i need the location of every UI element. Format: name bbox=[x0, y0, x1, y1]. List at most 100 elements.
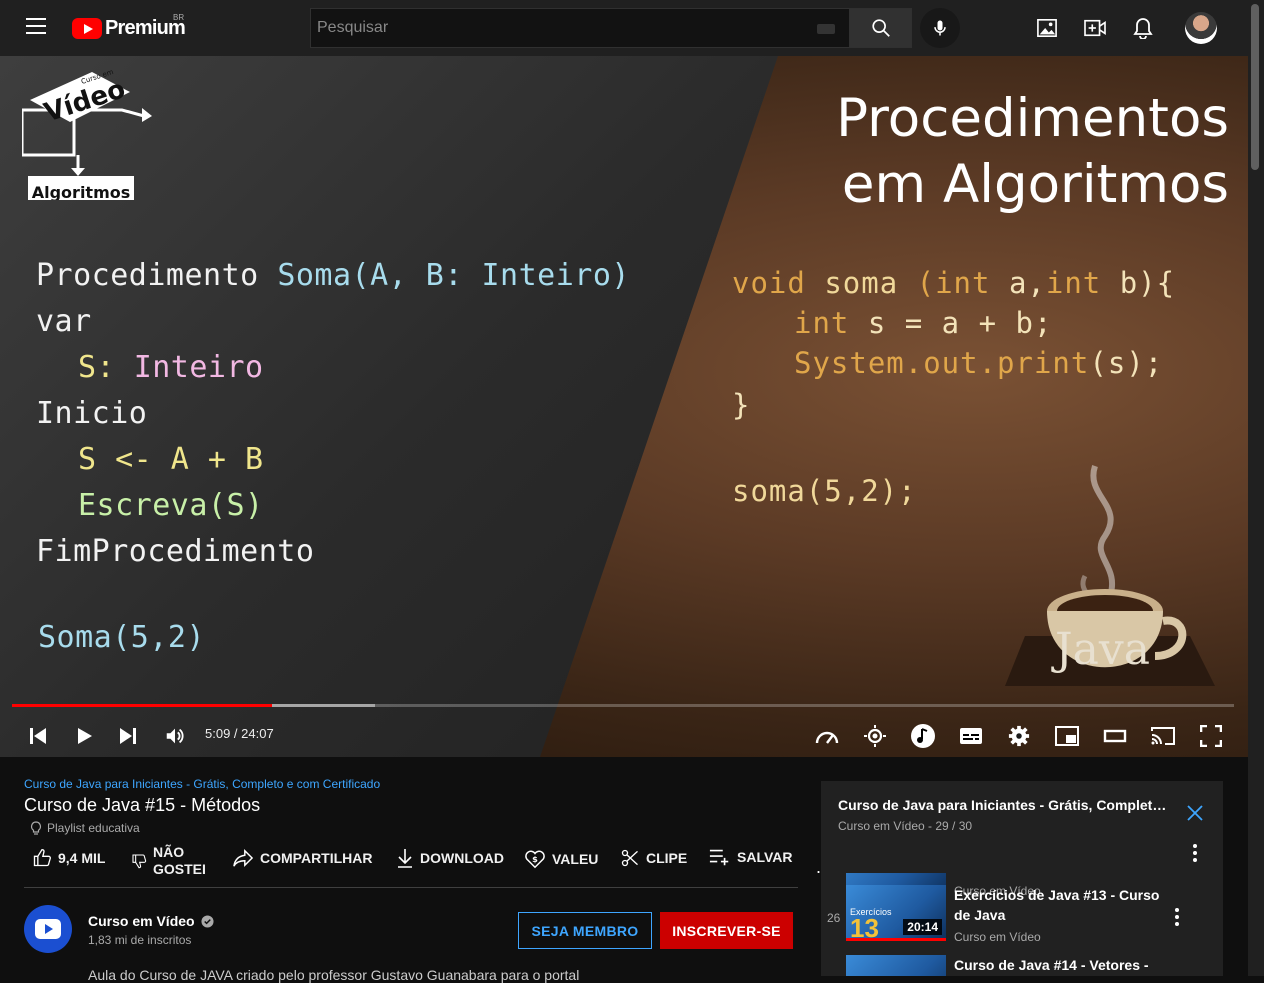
keyboard-icon[interactable] bbox=[817, 24, 835, 34]
dislike-button[interactable]: NÃO GOSTEI bbox=[131, 844, 206, 878]
save-button[interactable]: SALVAR bbox=[709, 848, 792, 866]
lightbulb-icon bbox=[30, 821, 42, 835]
download-label: DOWNLOAD bbox=[420, 850, 504, 866]
share-icon bbox=[233, 848, 254, 868]
clip-label: CLIPE bbox=[646, 850, 688, 866]
super-thanks-icon: $ bbox=[525, 850, 545, 869]
user-avatar[interactable] bbox=[1185, 12, 1217, 44]
playlist-more-button[interactable] bbox=[1185, 843, 1205, 863]
create-video-icon[interactable] bbox=[1083, 16, 1107, 40]
page-scrollbar[interactable] bbox=[1248, 0, 1264, 976]
playlist-subtitle[interactable]: Curso em Vídeo - 29 / 30 bbox=[838, 819, 972, 833]
pseudo-signature: Soma(A, B: Inteiro) bbox=[277, 258, 630, 293]
menu-icon[interactable] bbox=[26, 18, 46, 36]
list-item[interactable]: 26 Exercícios 13 20:14 Exercícios de Jav… bbox=[821, 885, 1223, 953]
search-button[interactable] bbox=[849, 8, 912, 48]
thumb-number: 13 bbox=[850, 913, 879, 941]
java-arg: (s); bbox=[1089, 346, 1164, 380]
slide-title-line1: Procedimentos bbox=[836, 88, 1229, 149]
scissors-icon bbox=[621, 849, 638, 867]
youtube-premium-logo[interactable]: Premium BR bbox=[72, 13, 186, 39]
miniplayer-button[interactable] bbox=[1053, 722, 1081, 750]
fullscreen-icon bbox=[1200, 725, 1222, 747]
slide-logo-tag: Algoritmos bbox=[32, 183, 131, 200]
seek-bar[interactable] bbox=[12, 704, 1234, 707]
ambient-mode-button[interactable] bbox=[861, 722, 889, 750]
image-icon[interactable] bbox=[1035, 16, 1059, 40]
cast-icon bbox=[1151, 727, 1175, 745]
search-input[interactable] bbox=[311, 9, 849, 47]
like-button[interactable]: 9,4 MIL bbox=[32, 848, 105, 868]
search-icon bbox=[871, 19, 890, 37]
subtitles-button[interactable] bbox=[957, 722, 985, 750]
music-note-icon bbox=[911, 724, 935, 748]
educational-badge[interactable]: Playlist educativa bbox=[30, 821, 140, 835]
video-thumbnail[interactable] bbox=[846, 955, 946, 976]
java-line-5: soma(5,2); bbox=[732, 474, 917, 508]
theater-mode-button[interactable] bbox=[1101, 722, 1129, 750]
music-button[interactable] bbox=[909, 722, 937, 750]
close-icon[interactable] bbox=[1185, 803, 1205, 823]
playlist-title[interactable]: Curso de Java para Iniciantes - Grátis, … bbox=[838, 797, 1168, 813]
java-line-4: } bbox=[732, 388, 751, 422]
play-button[interactable] bbox=[70, 722, 98, 750]
microphone-icon bbox=[934, 20, 946, 36]
previous-button[interactable] bbox=[24, 722, 52, 750]
clip-button[interactable]: CLIPE bbox=[620, 848, 687, 868]
playlist-header: Curso de Java para Iniciantes - Grátis, … bbox=[821, 781, 1223, 873]
curso-em-video-logo: Vídeo Curso em Algoritmos bbox=[22, 70, 152, 200]
java-param: b){ bbox=[1119, 266, 1176, 300]
pseudo-line-8: Soma(5,2) bbox=[38, 620, 206, 655]
video-title: Curso de Java #15 - Métodos bbox=[24, 795, 261, 815]
item-title[interactable]: Curso de Java #14 - Vetores - bbox=[954, 955, 1164, 975]
thanks-button[interactable]: $ VALEU bbox=[524, 848, 598, 870]
pseudo-line-6: Escreva(S) bbox=[78, 488, 264, 523]
item-title[interactable]: Exercícios de Java #13 - Curso de Java bbox=[954, 885, 1164, 925]
share-button[interactable]: COMPARTILHAR bbox=[232, 848, 373, 868]
join-button[interactable]: SEJA MEMBRO bbox=[518, 912, 652, 949]
action-bar: 9,4 MIL NÃO GOSTEI COMPARTILHAR DOWNLOAD … bbox=[24, 842, 798, 888]
educational-badge-label: Playlist educativa bbox=[47, 821, 140, 835]
settings-button[interactable] bbox=[1005, 722, 1033, 750]
playlist-link[interactable]: Curso de Java para Iniciantes - Grátis, … bbox=[24, 777, 380, 791]
speedometer-icon bbox=[815, 731, 839, 744]
download-button[interactable]: DOWNLOAD bbox=[396, 848, 504, 868]
java-call: System.out.print bbox=[794, 346, 1090, 380]
next-button[interactable] bbox=[114, 722, 142, 750]
channel-logo-icon bbox=[35, 919, 61, 939]
channel-name[interactable]: Curso em Vídeo bbox=[88, 913, 214, 929]
pseudo-line-1: Procedimento Soma(A, B: Inteiro) bbox=[36, 258, 630, 293]
java-method: soma bbox=[824, 266, 917, 300]
save-label: SALVAR bbox=[737, 849, 793, 865]
video-thumbnail[interactable]: Exercícios 13 20:14 bbox=[846, 885, 946, 941]
player-controls: 5:09 / 24:07 bbox=[0, 712, 1248, 757]
speed-button[interactable] bbox=[813, 722, 841, 750]
voice-search-button[interactable] bbox=[920, 8, 960, 48]
java-kw: void bbox=[732, 266, 825, 300]
slide-title-line2: em Algoritmos bbox=[841, 154, 1229, 215]
volume-button[interactable] bbox=[161, 722, 189, 750]
time-display: 5:09 / 24:07 bbox=[205, 726, 274, 741]
channel-avatar[interactable] bbox=[24, 905, 72, 953]
playlist-panel: Curso de Java para Iniciantes - Grátis, … bbox=[821, 781, 1223, 976]
play-icon bbox=[78, 728, 92, 744]
java-label: Java bbox=[1055, 624, 1150, 675]
like-count: 9,4 MIL bbox=[58, 850, 106, 866]
pseudo-type: Inteiro bbox=[133, 350, 264, 385]
top-bar: Premium BR bbox=[0, 0, 1248, 56]
notifications-bell-icon[interactable] bbox=[1131, 16, 1155, 40]
video-player[interactable]: Vídeo Curso em Algoritmos Procedimentos … bbox=[0, 56, 1248, 757]
thanks-label: VALEU bbox=[552, 851, 599, 867]
cast-button[interactable] bbox=[1149, 722, 1177, 750]
dislike-label: NÃO GOSTEI bbox=[153, 844, 206, 878]
youtube-play-icon bbox=[72, 17, 102, 39]
item-more-button[interactable] bbox=[1171, 907, 1183, 927]
scrollbar-thumb[interactable] bbox=[1251, 4, 1259, 170]
fullscreen-button[interactable] bbox=[1197, 722, 1225, 750]
item-channel: Curso em Vídeo bbox=[954, 930, 1041, 944]
subscribe-button[interactable]: INSCREVER-SE bbox=[660, 912, 793, 949]
theater-icon bbox=[1103, 729, 1127, 743]
java-param: a, bbox=[1008, 266, 1046, 300]
java-line-1: void soma (int a,int b){ bbox=[732, 266, 1175, 300]
list-item[interactable]: Curso de Java #14 - Vetores - bbox=[821, 955, 1223, 976]
